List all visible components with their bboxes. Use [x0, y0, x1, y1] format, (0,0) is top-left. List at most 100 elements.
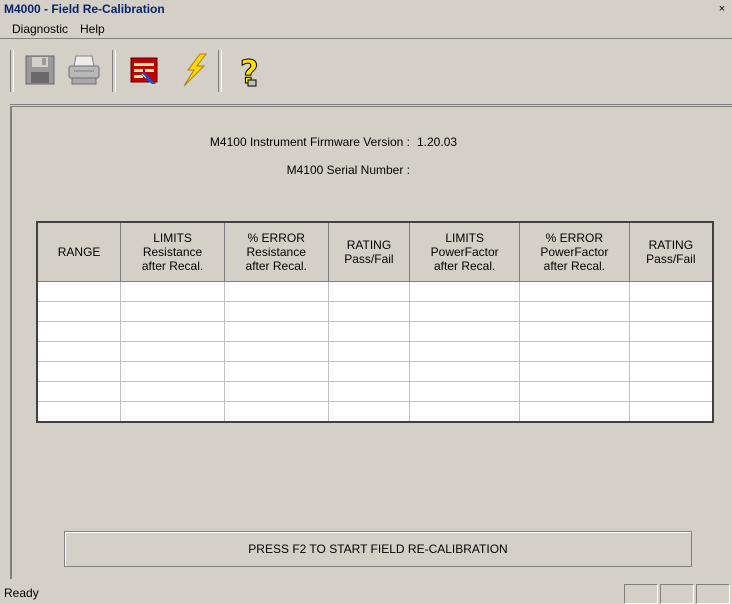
- header-line: after Recal.: [245, 259, 307, 273]
- header-line: % ERROR: [545, 231, 604, 245]
- header-line: after Recal.: [433, 259, 496, 273]
- table-cell[interactable]: [629, 301, 714, 322]
- table-cell[interactable]: [37, 341, 122, 362]
- header-range: RANGE: [36, 221, 122, 282]
- table-cell[interactable]: [409, 381, 520, 402]
- table-cell[interactable]: [519, 361, 630, 382]
- save-icon[interactable]: [22, 52, 58, 88]
- table-cell[interactable]: [224, 401, 329, 423]
- table-cell[interactable]: [519, 381, 630, 402]
- status-panel: [660, 584, 694, 604]
- table-row[interactable]: [37, 321, 714, 342]
- table-cell[interactable]: [519, 321, 630, 342]
- table-cell[interactable]: [224, 301, 329, 322]
- table-cell[interactable]: [629, 321, 714, 342]
- table-cell[interactable]: [120, 301, 225, 322]
- header-line: LIMITS: [445, 231, 484, 245]
- table-cell[interactable]: [409, 321, 520, 342]
- menu-diagnostic[interactable]: Diagnostic: [12, 22, 68, 36]
- header-line: after Recal.: [543, 259, 606, 273]
- table-cell[interactable]: [120, 401, 225, 423]
- table-cell[interactable]: [409, 281, 520, 302]
- table-cell[interactable]: [120, 281, 225, 302]
- table-cell[interactable]: [409, 401, 520, 423]
- table-cell[interactable]: [519, 341, 630, 362]
- calibration-table-icon[interactable]: [126, 52, 162, 88]
- table-cell[interactable]: [519, 301, 630, 322]
- table-cell[interactable]: [224, 381, 329, 402]
- toolbar-separator: [218, 50, 222, 92]
- table-row[interactable]: [37, 381, 714, 402]
- table-cell[interactable]: [37, 401, 122, 423]
- status-text: Ready: [4, 586, 39, 600]
- start-recalibration-button[interactable]: PRESS F2 TO START FIELD RE-CALIBRATION: [64, 531, 692, 567]
- table-cell[interactable]: [224, 321, 329, 342]
- serial-label: M4100 Serial Number :: [286, 163, 410, 177]
- header-line: Resistance: [142, 245, 203, 259]
- firmware-value: 1.20.03: [417, 135, 458, 149]
- calibration-results-table: RANGE LIMITS Resistance after Recal. % E…: [36, 221, 714, 423]
- lightning-icon[interactable]: [176, 52, 212, 88]
- table-cell[interactable]: [120, 341, 225, 362]
- header-line: RATING: [346, 238, 392, 252]
- menu-help[interactable]: Help: [80, 22, 105, 36]
- table-cell[interactable]: [120, 321, 225, 342]
- close-button[interactable]: ×: [716, 3, 728, 16]
- table-cell[interactable]: [224, 341, 329, 362]
- table-cell[interactable]: [328, 401, 411, 423]
- table-row[interactable]: [37, 401, 714, 423]
- help-icon[interactable]: ?: [234, 52, 270, 92]
- status-bar: Ready: [0, 580, 732, 604]
- table-row[interactable]: [37, 301, 714, 322]
- header-limits-powerfactor: LIMITS PowerFactor after Recal.: [409, 221, 520, 282]
- table-cell[interactable]: [629, 401, 714, 423]
- header-rating-resistance: RATING Pass/Fail: [327, 221, 411, 282]
- toolbar: ?: [10, 44, 732, 105]
- table-cell[interactable]: [120, 361, 225, 382]
- table-cell[interactable]: [409, 361, 520, 382]
- header-line: PowerFactor: [540, 245, 609, 259]
- table-cell[interactable]: [224, 361, 329, 382]
- table-row[interactable]: [37, 361, 714, 382]
- table-cell[interactable]: [409, 341, 520, 362]
- print-icon[interactable]: [66, 52, 102, 88]
- header-limits-resistance: LIMITS Resistance after Recal.: [120, 221, 225, 282]
- table-cell[interactable]: [37, 321, 122, 342]
- table-cell[interactable]: [328, 281, 411, 302]
- header-line: RATING: [648, 238, 694, 252]
- table-cell[interactable]: [519, 281, 630, 302]
- header-line: Pass/Fail: [646, 252, 696, 266]
- header-error-resistance: % ERROR Resistance after Recal.: [223, 221, 329, 282]
- table-cell[interactable]: [37, 301, 122, 322]
- header-line: Pass/Fail: [344, 252, 394, 266]
- toolbar-separator: [10, 50, 14, 92]
- title-bar: M4000 - Field Re-Calibration ×: [0, 0, 732, 20]
- window-title: M4000 - Field Re-Calibration: [4, 2, 165, 16]
- table-row[interactable]: [37, 281, 714, 302]
- table-cell[interactable]: [37, 361, 122, 382]
- menu-bar: Diagnostic Help: [0, 20, 732, 39]
- table-cell[interactable]: [629, 361, 714, 382]
- table-cell[interactable]: [328, 301, 411, 322]
- table-cell[interactable]: [629, 381, 714, 402]
- table-cell[interactable]: [519, 401, 630, 423]
- table-cell[interactable]: [120, 381, 225, 402]
- table-cell[interactable]: [328, 341, 411, 362]
- table-cell[interactable]: [37, 381, 122, 402]
- header-line: RANGE: [57, 245, 101, 259]
- table-cell[interactable]: [328, 361, 411, 382]
- firmware-label: M4100 Instrument Firmware Version :: [209, 135, 410, 149]
- table-cell[interactable]: [629, 281, 714, 302]
- table-row[interactable]: [37, 341, 714, 362]
- header-error-powerfactor: % ERROR PowerFactor after Recal.: [519, 221, 630, 282]
- header-line: LIMITS: [153, 231, 192, 245]
- table-cell[interactable]: [37, 281, 122, 302]
- table-cell[interactable]: [409, 301, 520, 322]
- table-cell[interactable]: [224, 281, 329, 302]
- header-line: PowerFactor: [430, 245, 499, 259]
- header-line: Resistance: [246, 245, 306, 259]
- table-cell[interactable]: [629, 341, 714, 362]
- table-cell[interactable]: [328, 381, 411, 402]
- table-cell[interactable]: [328, 321, 411, 342]
- main-panel: M4100 Instrument Firmware Version : 1.20…: [10, 106, 732, 579]
